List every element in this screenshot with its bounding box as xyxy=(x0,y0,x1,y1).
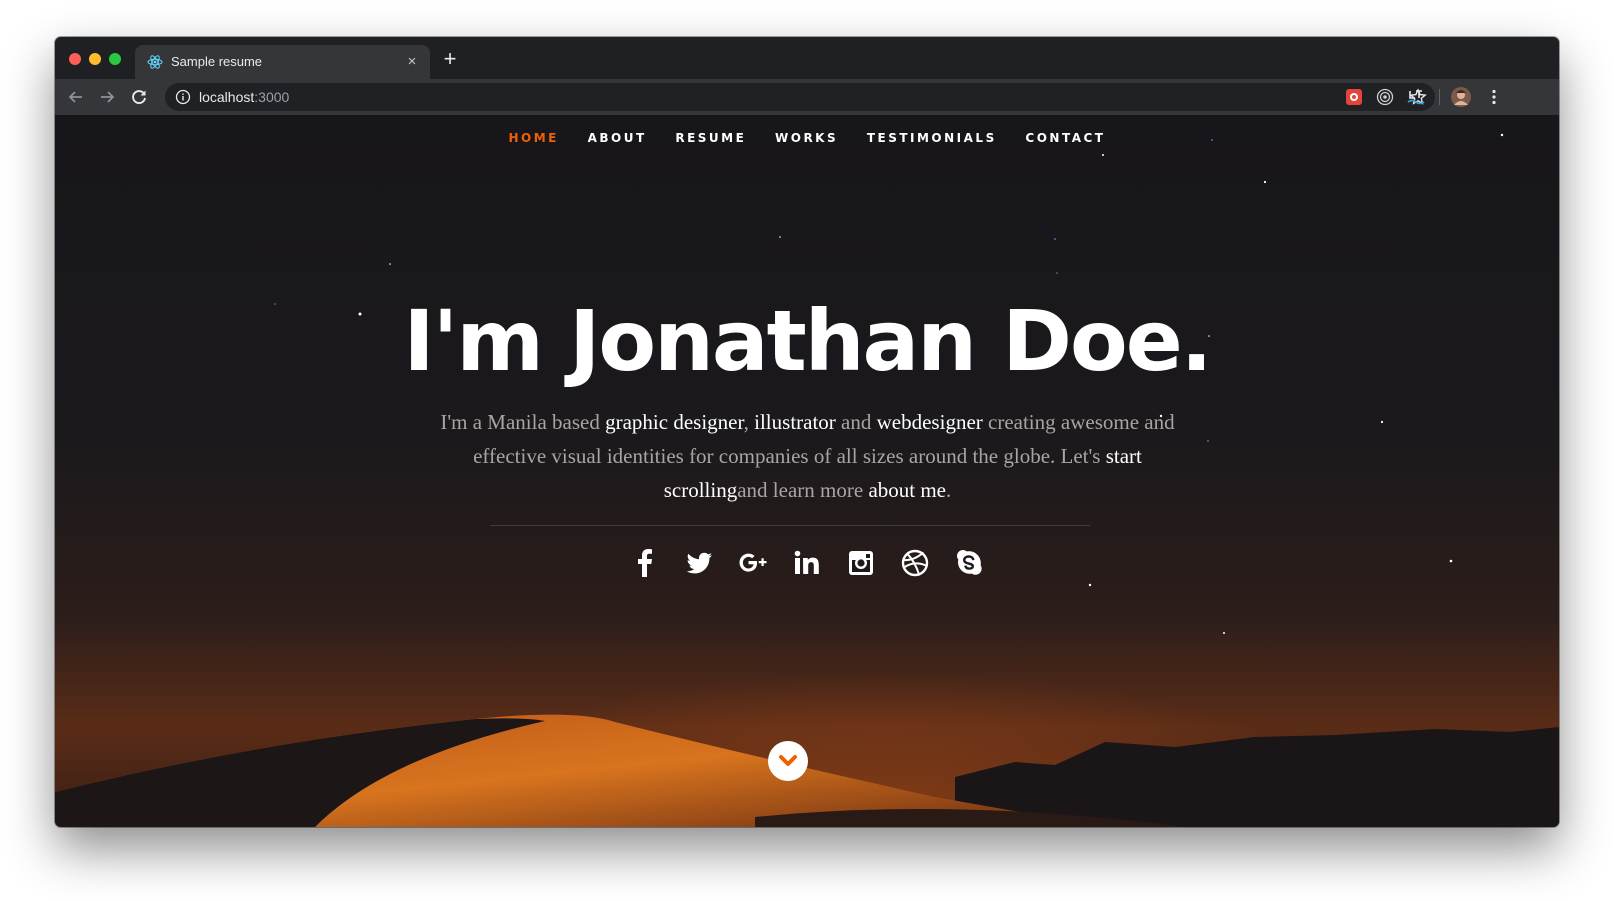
url-host: localhost xyxy=(199,89,255,105)
hero-text-part: and xyxy=(835,410,877,434)
google-plus-icon[interactable] xyxy=(733,547,773,579)
maximize-window-button[interactable] xyxy=(109,53,121,65)
nav-item-about[interactable]: ABOUT xyxy=(588,131,647,145)
linkedin-icon[interactable] xyxy=(787,547,827,579)
url-text: localhost:3000 xyxy=(199,89,289,105)
hero-description: I'm a Manila based graphic designer, ill… xyxy=(435,405,1180,507)
back-icon[interactable] xyxy=(65,86,87,108)
hero-text-part: . xyxy=(946,478,952,502)
avatar[interactable] xyxy=(1451,87,1471,107)
hero-highlight: webdesigner xyxy=(876,410,983,434)
nav-item-contact[interactable]: CONTACT xyxy=(1025,131,1105,145)
minimize-window-button[interactable] xyxy=(89,53,101,65)
browser-tab[interactable]: Sample resume × xyxy=(135,45,430,79)
info-icon[interactable] xyxy=(175,89,191,105)
social-links xyxy=(55,547,1559,579)
url-port: :3000 xyxy=(254,89,290,105)
nav-item-testimonials[interactable]: TESTIMONIALS xyxy=(867,131,997,145)
hero-text-part: , xyxy=(743,410,755,434)
instagram-icon[interactable] xyxy=(841,547,881,579)
nav-item-works[interactable]: WORKS xyxy=(775,131,838,145)
facebook-icon[interactable] xyxy=(625,547,665,579)
dribbble-icon[interactable] xyxy=(895,547,935,579)
react-icon xyxy=(147,55,163,69)
browser-window: Sample resume × + localhost:3000 HOME AB… xyxy=(55,37,1559,827)
hero-highlight: about me xyxy=(868,478,946,502)
main-nav: HOME ABOUT RESUME WORKS TESTIMONIALS CON… xyxy=(55,131,1559,145)
nav-item-home[interactable]: HOME xyxy=(509,131,559,145)
browser-toolbar: localhost:3000 xyxy=(55,79,1559,115)
chevron-down-icon xyxy=(779,755,797,766)
address-bar[interactable]: localhost:3000 xyxy=(165,83,1435,111)
nav-item-resume[interactable]: RESUME xyxy=(675,131,746,145)
more-menu-icon[interactable] xyxy=(1485,88,1503,106)
hero-highlight: graphic designer xyxy=(605,410,744,434)
hero-title: I'm Jonathan Doe. xyxy=(403,292,1212,390)
reload-icon[interactable] xyxy=(128,86,150,108)
hero-text-part: and learn more xyxy=(737,478,869,502)
forward-icon[interactable] xyxy=(96,86,118,108)
extension-target-icon[interactable] xyxy=(1376,88,1394,106)
toolbar-separator xyxy=(1439,89,1440,105)
close-window-button[interactable] xyxy=(69,53,81,65)
hero-divider xyxy=(490,525,1090,526)
extension-lt-icon[interactable] xyxy=(1407,88,1425,106)
extension-red-icon[interactable] xyxy=(1345,88,1363,106)
hero-highlight: illustrator xyxy=(754,410,836,434)
scroll-down-button[interactable] xyxy=(768,741,808,781)
new-tab-button[interactable]: + xyxy=(440,48,460,70)
hero-text-part: I'm a Manila based xyxy=(440,410,606,434)
desert-dunes-background xyxy=(55,714,1559,827)
tab-title: Sample resume xyxy=(171,54,263,69)
skype-icon[interactable] xyxy=(949,547,989,579)
close-tab-icon[interactable]: × xyxy=(404,54,420,70)
hero-section: HOME ABOUT RESUME WORKS TESTIMONIALS CON… xyxy=(55,115,1559,827)
tab-strip: Sample resume × + xyxy=(55,37,1559,79)
twitter-icon[interactable] xyxy=(679,547,719,579)
